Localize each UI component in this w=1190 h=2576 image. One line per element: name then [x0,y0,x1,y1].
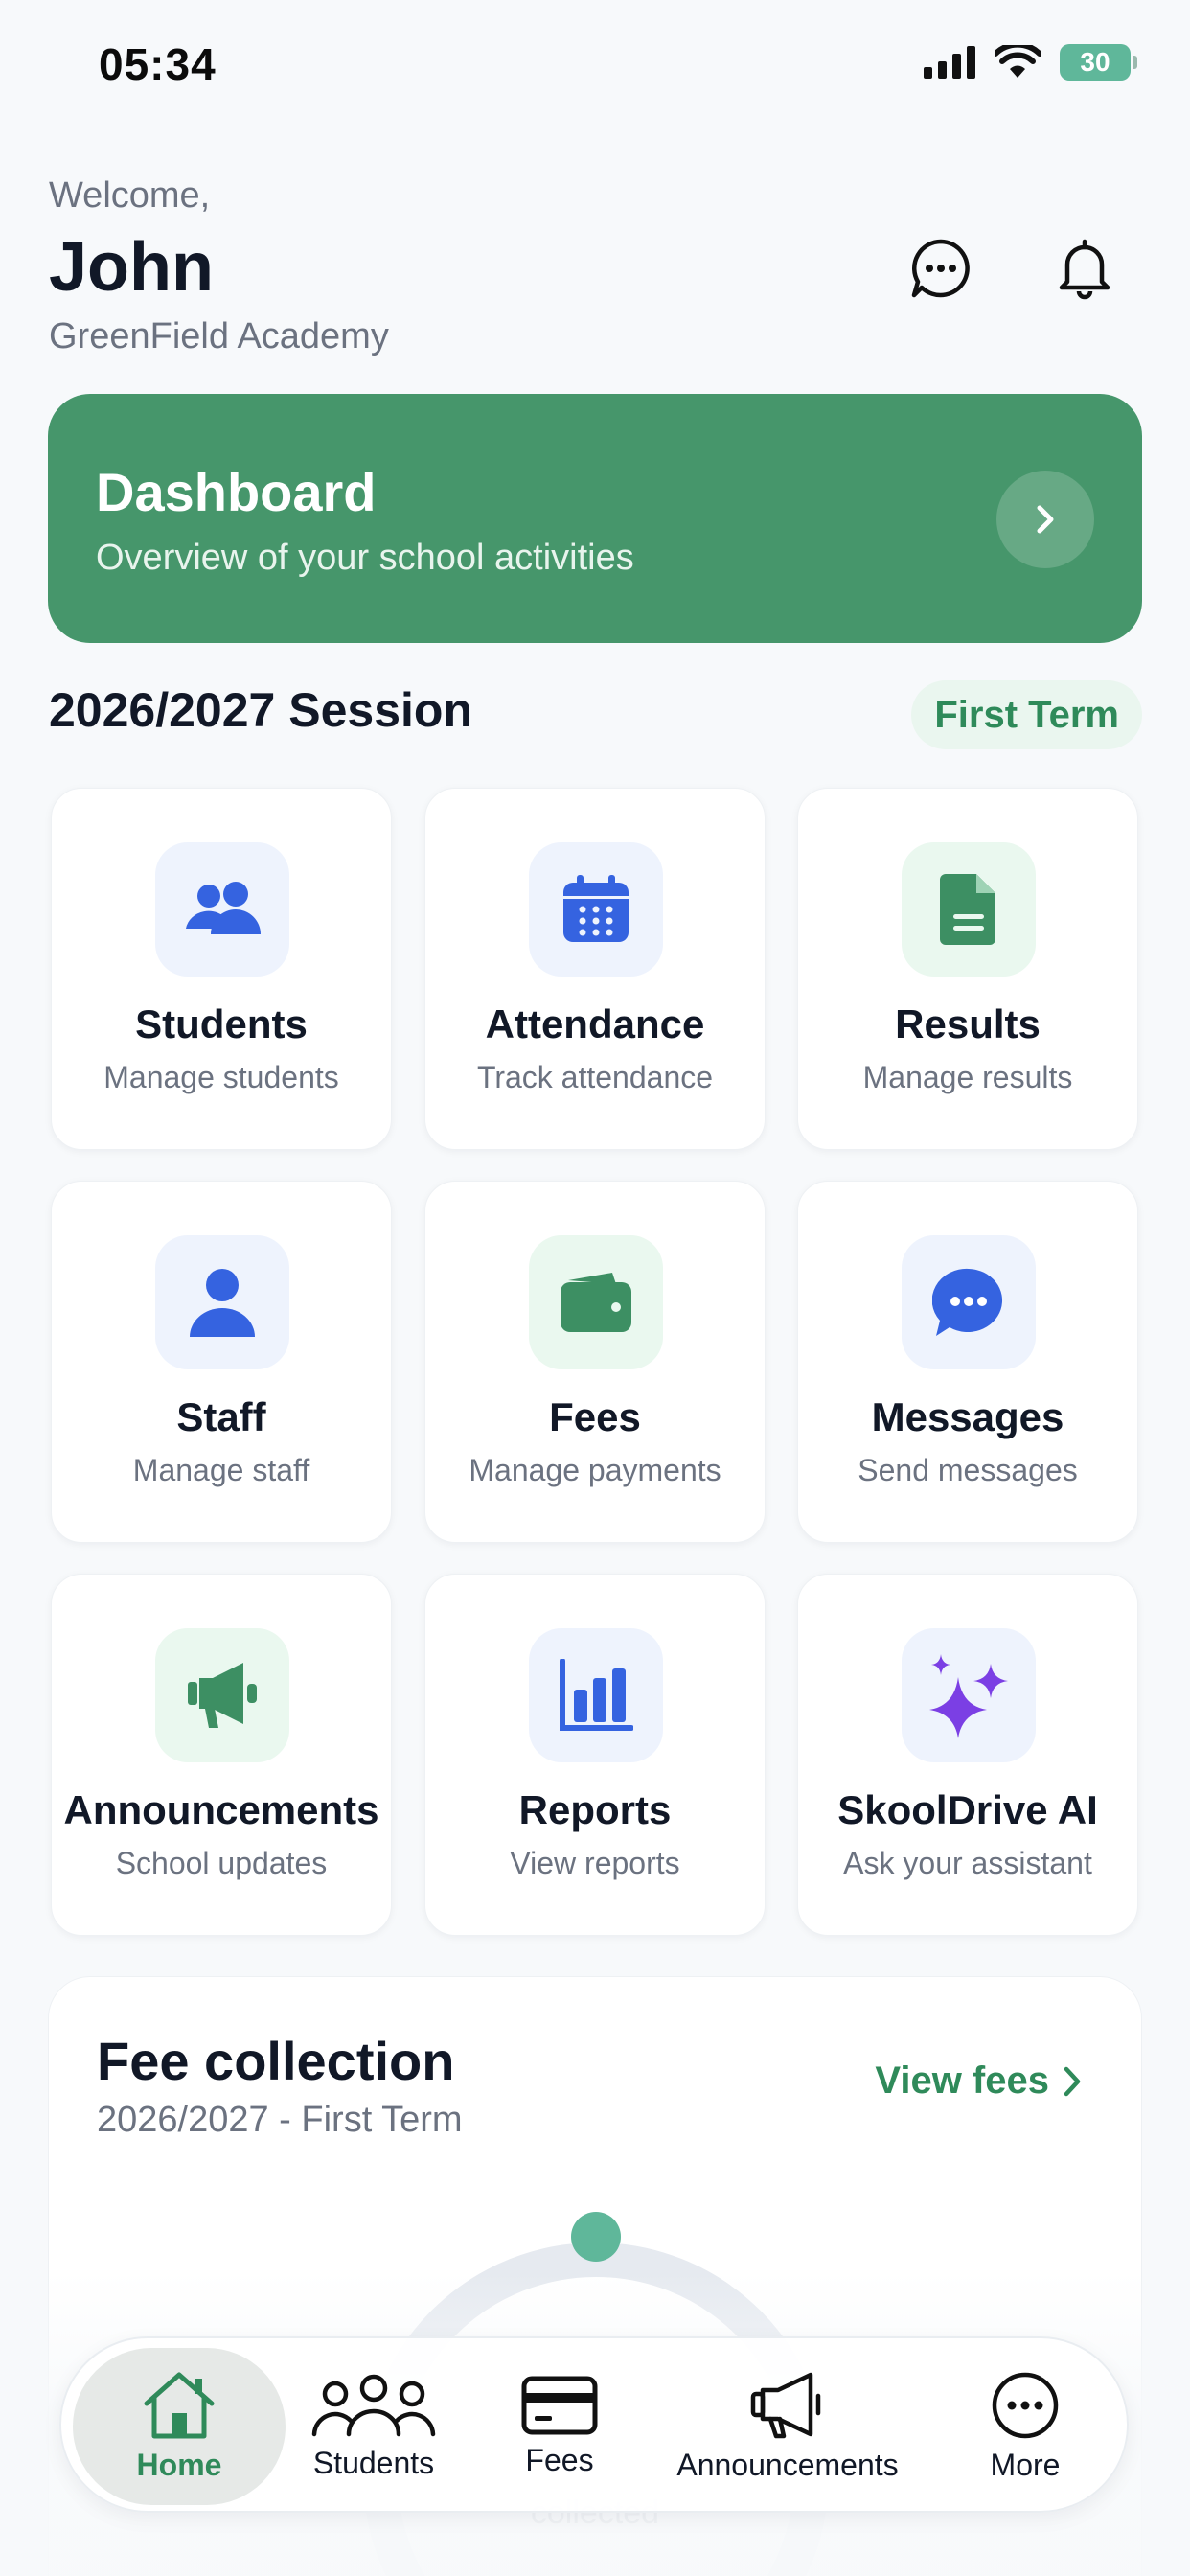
wifi-icon [995,45,1041,78]
tile-subtitle: Track attendance [476,1060,714,1094]
term-badge[interactable]: First Term [911,680,1142,749]
tile-icon-bg [529,1628,663,1762]
students-icon [186,882,261,934]
greeting: Welcome, [49,175,211,216]
banner-subtitle: Overview of your school activities [96,538,634,578]
tile-title: Staff [176,1394,266,1439]
user-name: John [49,229,214,306]
students-icon [311,2374,436,2436]
battery-icon: 30 [1060,44,1137,80]
nav-fees[interactable]: Fees [483,2348,636,2505]
nav-students[interactable]: Students [297,2348,450,2505]
nav-label: Announcements [676,2447,899,2482]
tile-students[interactable]: Students Manage students [51,788,392,1150]
tile-icon-bg [155,1628,289,1762]
megaphone-icon [188,1663,257,1728]
tile-title: Students [135,1001,308,1046]
wallet-icon [561,1273,631,1332]
school-name: GreenField Academy [49,316,389,356]
bell-icon [1059,239,1110,300]
tile-subtitle: Manage results [862,1060,1073,1094]
tile-icon-bg [902,1235,1036,1369]
status-bar: 05:34 30 [0,0,1190,129]
tile-title: Announcements [63,1787,379,1832]
tile-title: Attendance [485,1001,705,1046]
tile-subtitle: Manage staff [132,1453,310,1487]
tile-results[interactable]: Results Manage results [797,788,1138,1150]
tile-attendance[interactable]: Attendance Track attendance [424,788,766,1150]
calendar-icon [563,875,629,942]
more-icon [992,2372,1059,2438]
home-icon [144,2372,215,2438]
bottom-nav: Home Students Fees Announcements More [59,2336,1129,2513]
sparkles-icon [929,1654,1008,1738]
tile-icon-bg [155,1235,289,1369]
tile-icon-bg [529,842,663,977]
chevron-right-icon [1037,505,1054,534]
tile-subtitle: Ask your assistant [843,1846,1092,1880]
nav-label: Fees [525,2442,594,2477]
tile-subtitle: Manage students [103,1060,339,1094]
tile-reports[interactable]: Reports View reports [424,1574,766,1936]
chat-icon [911,239,970,298]
tile-title: Results [895,1001,1041,1046]
dashboard-banner[interactable]: Dashboard Overview of your school activi… [48,394,1142,643]
tile-messages[interactable]: Messages Send messages [797,1181,1138,1543]
bar-chart-icon [560,1659,633,1731]
nav-home[interactable]: Home [73,2348,286,2505]
tile-icon-bg [529,1235,663,1369]
document-icon [940,874,995,945]
notifications-button[interactable] [1048,232,1121,305]
tile-title: SkoolDrive AI [837,1787,1098,1832]
nav-more[interactable]: More [947,2348,1104,2505]
tile-icon-bg [902,842,1036,977]
battery-level: 30 [1080,47,1110,77]
banner-arrow-button[interactable] [996,471,1094,568]
tile-title: Fees [549,1394,641,1439]
gauge-knob [571,2212,621,2262]
tile-staff[interactable]: Staff Manage staff [51,1181,392,1543]
tile-subtitle: View reports [510,1846,680,1880]
status-icons: 30 [924,44,1137,80]
session-title: 2026/2027 Session [49,683,472,737]
chat-button[interactable] [904,232,977,305]
banner-title: Dashboard [96,462,377,522]
signal-icon [924,46,975,79]
tile-title: Reports [518,1787,672,1832]
nav-label: Home [136,2447,222,2482]
person-icon [190,1269,255,1337]
tile-subtitle: School updates [115,1846,328,1880]
nav-label: More [990,2447,1061,2482]
chat-icon [932,1268,1002,1336]
tile-subtitle: Manage payments [469,1453,721,1487]
nav-label: Students [312,2445,435,2480]
card-icon [521,2376,598,2434]
tile-icon-bg [902,1628,1036,1762]
megaphone-icon [750,2372,821,2438]
tile-announcements[interactable]: Announcements School updates [51,1574,392,1936]
tile-fees[interactable]: Fees Manage payments [424,1181,766,1543]
tile-subtitle: Send messages [858,1453,1078,1487]
tile-title: Messages [871,1394,1064,1439]
tile-icon-bg [155,842,289,977]
nav-announcements[interactable]: Announcements [663,2348,912,2505]
tile-skooldrive-ai[interactable]: SkoolDrive AI Ask your assistant [797,1574,1138,1936]
status-time: 05:34 [99,39,217,89]
home-screen: 05:34 30 Welcome, John GreenField Academ… [0,0,1190,2576]
